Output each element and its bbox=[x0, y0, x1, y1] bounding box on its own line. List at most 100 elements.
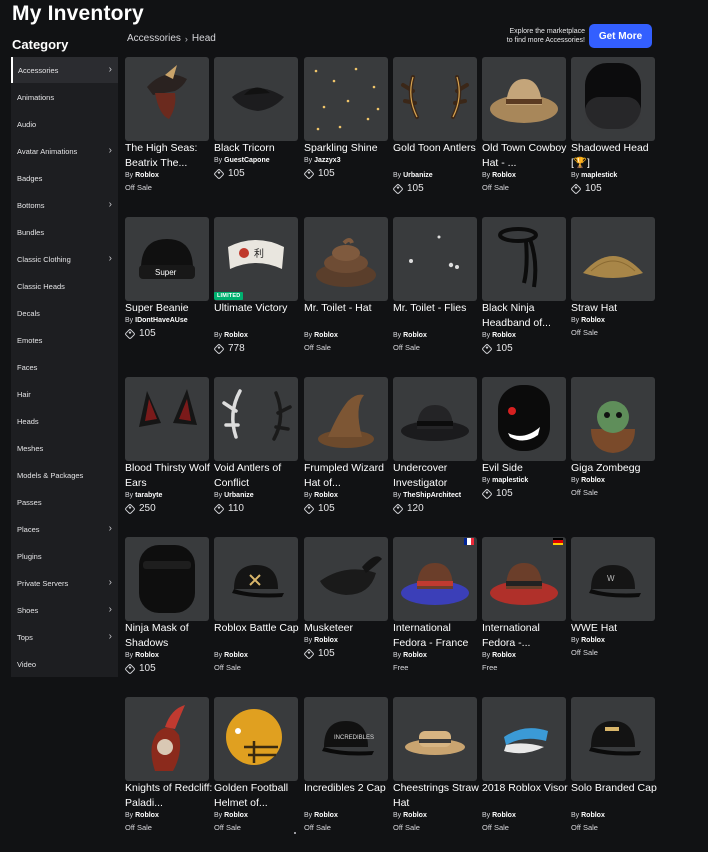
item-card[interactable]: Solo Branded Cap By Roblox Off Sale bbox=[571, 697, 659, 847]
item-thumbnail[interactable] bbox=[214, 697, 298, 781]
creator-link[interactable]: Roblox bbox=[492, 172, 516, 179]
sidebar-item-classic-heads[interactable]: Classic Heads bbox=[11, 273, 118, 299]
item-name[interactable]: Super Beanie bbox=[125, 301, 213, 316]
creator-link[interactable]: Roblox bbox=[492, 652, 516, 659]
item-name[interactable]: Solo Branded Cap bbox=[571, 781, 659, 796]
item-thumbnail[interactable] bbox=[571, 57, 655, 141]
sidebar-item-accessories[interactable]: Accessories › bbox=[11, 57, 118, 83]
item-name[interactable]: Cheestrings Straw Hat bbox=[393, 781, 481, 811]
item-thumbnail[interactable]: INCREDIBLES bbox=[304, 697, 388, 781]
sidebar-item-models-packages[interactable]: Models & Packages bbox=[11, 462, 118, 488]
item-name[interactable]: Black Tricorn bbox=[214, 141, 302, 156]
item-name[interactable]: WWE Hat bbox=[571, 621, 659, 636]
creator-link[interactable]: Roblox bbox=[403, 812, 427, 819]
item-card[interactable]: Knights of Redcliff: Paladi... By Roblox O… bbox=[125, 697, 212, 847]
item-card[interactable]: Frumpled Wizard Hat of... By Roblox 105 bbox=[303, 377, 389, 527]
item-thumbnail[interactable] bbox=[393, 57, 477, 141]
item-card[interactable]: Shadowed Head [🏆] By maplestick 105 bbox=[570, 57, 659, 207]
sidebar-item-shoes[interactable]: Shoes › bbox=[11, 597, 118, 623]
item-thumbnail[interactable]: W bbox=[571, 537, 655, 621]
item-card[interactable]: W WWE Hat By Roblox Off Sale bbox=[571, 537, 656, 687]
item-thumbnail[interactable]: Super bbox=[125, 217, 209, 301]
item-thumbnail[interactable] bbox=[125, 697, 209, 781]
creator-link[interactable]: Roblox bbox=[314, 812, 338, 819]
sidebar-item-places[interactable]: Places › bbox=[11, 516, 118, 542]
sidebar-item-badges[interactable]: Badges bbox=[11, 165, 118, 191]
item-card[interactable]: Undercover Investigator By TheShipArchite… bbox=[392, 377, 478, 527]
item-thumbnail[interactable] bbox=[482, 537, 566, 621]
breadcrumb-accessories[interactable]: Accessories bbox=[127, 33, 181, 44]
creator-link[interactable]: Jazzyx3 bbox=[314, 157, 340, 164]
sidebar-item-meshes[interactable]: Meshes bbox=[11, 435, 118, 461]
sidebar-item-decals[interactable]: Decals bbox=[11, 300, 118, 326]
item-thumbnail[interactable] bbox=[304, 537, 388, 621]
creator-link[interactable]: Roblox bbox=[224, 652, 248, 659]
item-card[interactable]: Giga Zombegg By Roblox Off Sale bbox=[571, 377, 656, 527]
creator-link[interactable]: Roblox bbox=[314, 492, 338, 499]
item-card[interactable]: Musketeer By Roblox 105 bbox=[303, 537, 392, 687]
item-thumbnail[interactable] bbox=[304, 377, 388, 461]
item-card[interactable]: Evil Side By maplestick 105 bbox=[481, 377, 567, 527]
creator-link[interactable]: Roblox bbox=[403, 332, 427, 339]
item-card[interactable]: Old Town Cowboy Hat - ... By Roblox Off Sa… bbox=[482, 57, 567, 207]
item-thumbnail[interactable] bbox=[125, 537, 209, 621]
creator-link[interactable]: Roblox bbox=[581, 317, 605, 324]
item-name[interactable]: Incredibles 2 Cap bbox=[304, 781, 392, 796]
item-name[interactable]: Golden Football Helmet of... bbox=[214, 781, 302, 811]
item-name[interactable]: Musketeer bbox=[304, 621, 392, 636]
item-name[interactable]: Shadowed Head [🏆] bbox=[571, 141, 659, 171]
creator-link[interactable]: Roblox bbox=[135, 172, 159, 179]
creator-link[interactable]: TheShipArchitect bbox=[403, 492, 461, 499]
item-name[interactable]: International Fedora - France bbox=[393, 621, 481, 651]
item-card[interactable]: Blood Thirsty Wolf Ears By tarabyte 250 bbox=[124, 377, 210, 527]
creator-link[interactable]: Roblox bbox=[581, 812, 605, 819]
creator-link[interactable]: Roblox bbox=[581, 637, 605, 644]
sidebar-item-heads[interactable]: Heads bbox=[11, 408, 118, 434]
sidebar-item-bottoms[interactable]: Bottoms › bbox=[11, 192, 118, 218]
item-card[interactable]: INCREDIBLES Incredibles 2 Cap By Roblox Off… bbox=[304, 697, 389, 847]
sidebar-item-avatar-animations[interactable]: Avatar Animations › bbox=[11, 138, 118, 164]
sidebar-item-hair[interactable]: Hair bbox=[11, 381, 118, 407]
creator-link[interactable]: Roblox bbox=[492, 332, 516, 339]
sidebar-item-classic-clothing[interactable]: Classic Clothing › bbox=[11, 246, 118, 272]
item-thumbnail[interactable]: 利 LIMITED bbox=[214, 217, 298, 301]
sidebar-item-video[interactable]: Video bbox=[11, 651, 118, 677]
item-thumbnail[interactable] bbox=[393, 217, 477, 301]
creator-link[interactable]: Roblox bbox=[492, 812, 516, 819]
creator-link[interactable]: tarabyte bbox=[135, 492, 162, 499]
item-card[interactable]: Mr. Toilet - Hat By Roblox Off Sale bbox=[304, 217, 389, 367]
sidebar-item-faces[interactable]: Faces bbox=[11, 354, 118, 380]
get-more-button[interactable]: Get More bbox=[589, 24, 652, 48]
creator-link[interactable]: IDontHaveAUse bbox=[135, 317, 188, 324]
item-card[interactable]: 利 LIMITED Ultimate Victory By Roblox 778 bbox=[213, 217, 302, 367]
item-name[interactable]: Gold Toon Antlers bbox=[393, 141, 481, 156]
sidebar-item-emotes[interactable]: Emotes bbox=[11, 327, 118, 353]
creator-link[interactable]: Roblox bbox=[581, 477, 605, 484]
item-thumbnail[interactable] bbox=[393, 377, 477, 461]
item-name[interactable]: Ultimate Victory bbox=[214, 301, 302, 316]
sidebar-item-plugins[interactable]: Plugins bbox=[11, 543, 118, 569]
item-card[interactable]: Roblox Battle Cap By Roblox Off Sale bbox=[214, 537, 299, 687]
item-card[interactable]: Mr. Toilet - Flies By Roblox Off Sale bbox=[393, 217, 478, 367]
item-name[interactable]: The High Seas: Beatrix The... bbox=[125, 141, 213, 171]
creator-link[interactable]: Roblox bbox=[314, 637, 338, 644]
item-card[interactable]: The High Seas: Beatrix The... By Roblox Of… bbox=[125, 57, 210, 207]
item-card[interactable]: Void Antlers of Conflict By Urbanize 110 bbox=[213, 377, 302, 527]
creator-link[interactable]: Roblox bbox=[314, 332, 338, 339]
item-card[interactable]: Ninja Mask of Shadows By Roblox 105 bbox=[124, 537, 210, 687]
item-thumbnail[interactable] bbox=[214, 57, 298, 141]
creator-link[interactable]: Roblox bbox=[135, 812, 159, 819]
item-thumbnail[interactable] bbox=[482, 57, 566, 141]
item-thumbnail[interactable] bbox=[571, 217, 655, 301]
creator-link[interactable]: Urbanize bbox=[403, 172, 433, 179]
item-thumbnail[interactable] bbox=[304, 57, 388, 141]
item-thumbnail[interactable] bbox=[214, 537, 298, 621]
item-thumbnail[interactable] bbox=[304, 217, 388, 301]
item-name[interactable]: Void Antlers of Conflict bbox=[214, 461, 302, 491]
sidebar-item-audio[interactable]: Audio bbox=[11, 111, 118, 137]
creator-link[interactable]: maplestick bbox=[492, 477, 528, 484]
item-thumbnail[interactable] bbox=[482, 217, 566, 301]
item-name[interactable]: Sparkling Shine bbox=[304, 141, 392, 156]
item-thumbnail[interactable] bbox=[125, 377, 209, 461]
item-name[interactable]: Giga Zombegg bbox=[571, 461, 659, 476]
